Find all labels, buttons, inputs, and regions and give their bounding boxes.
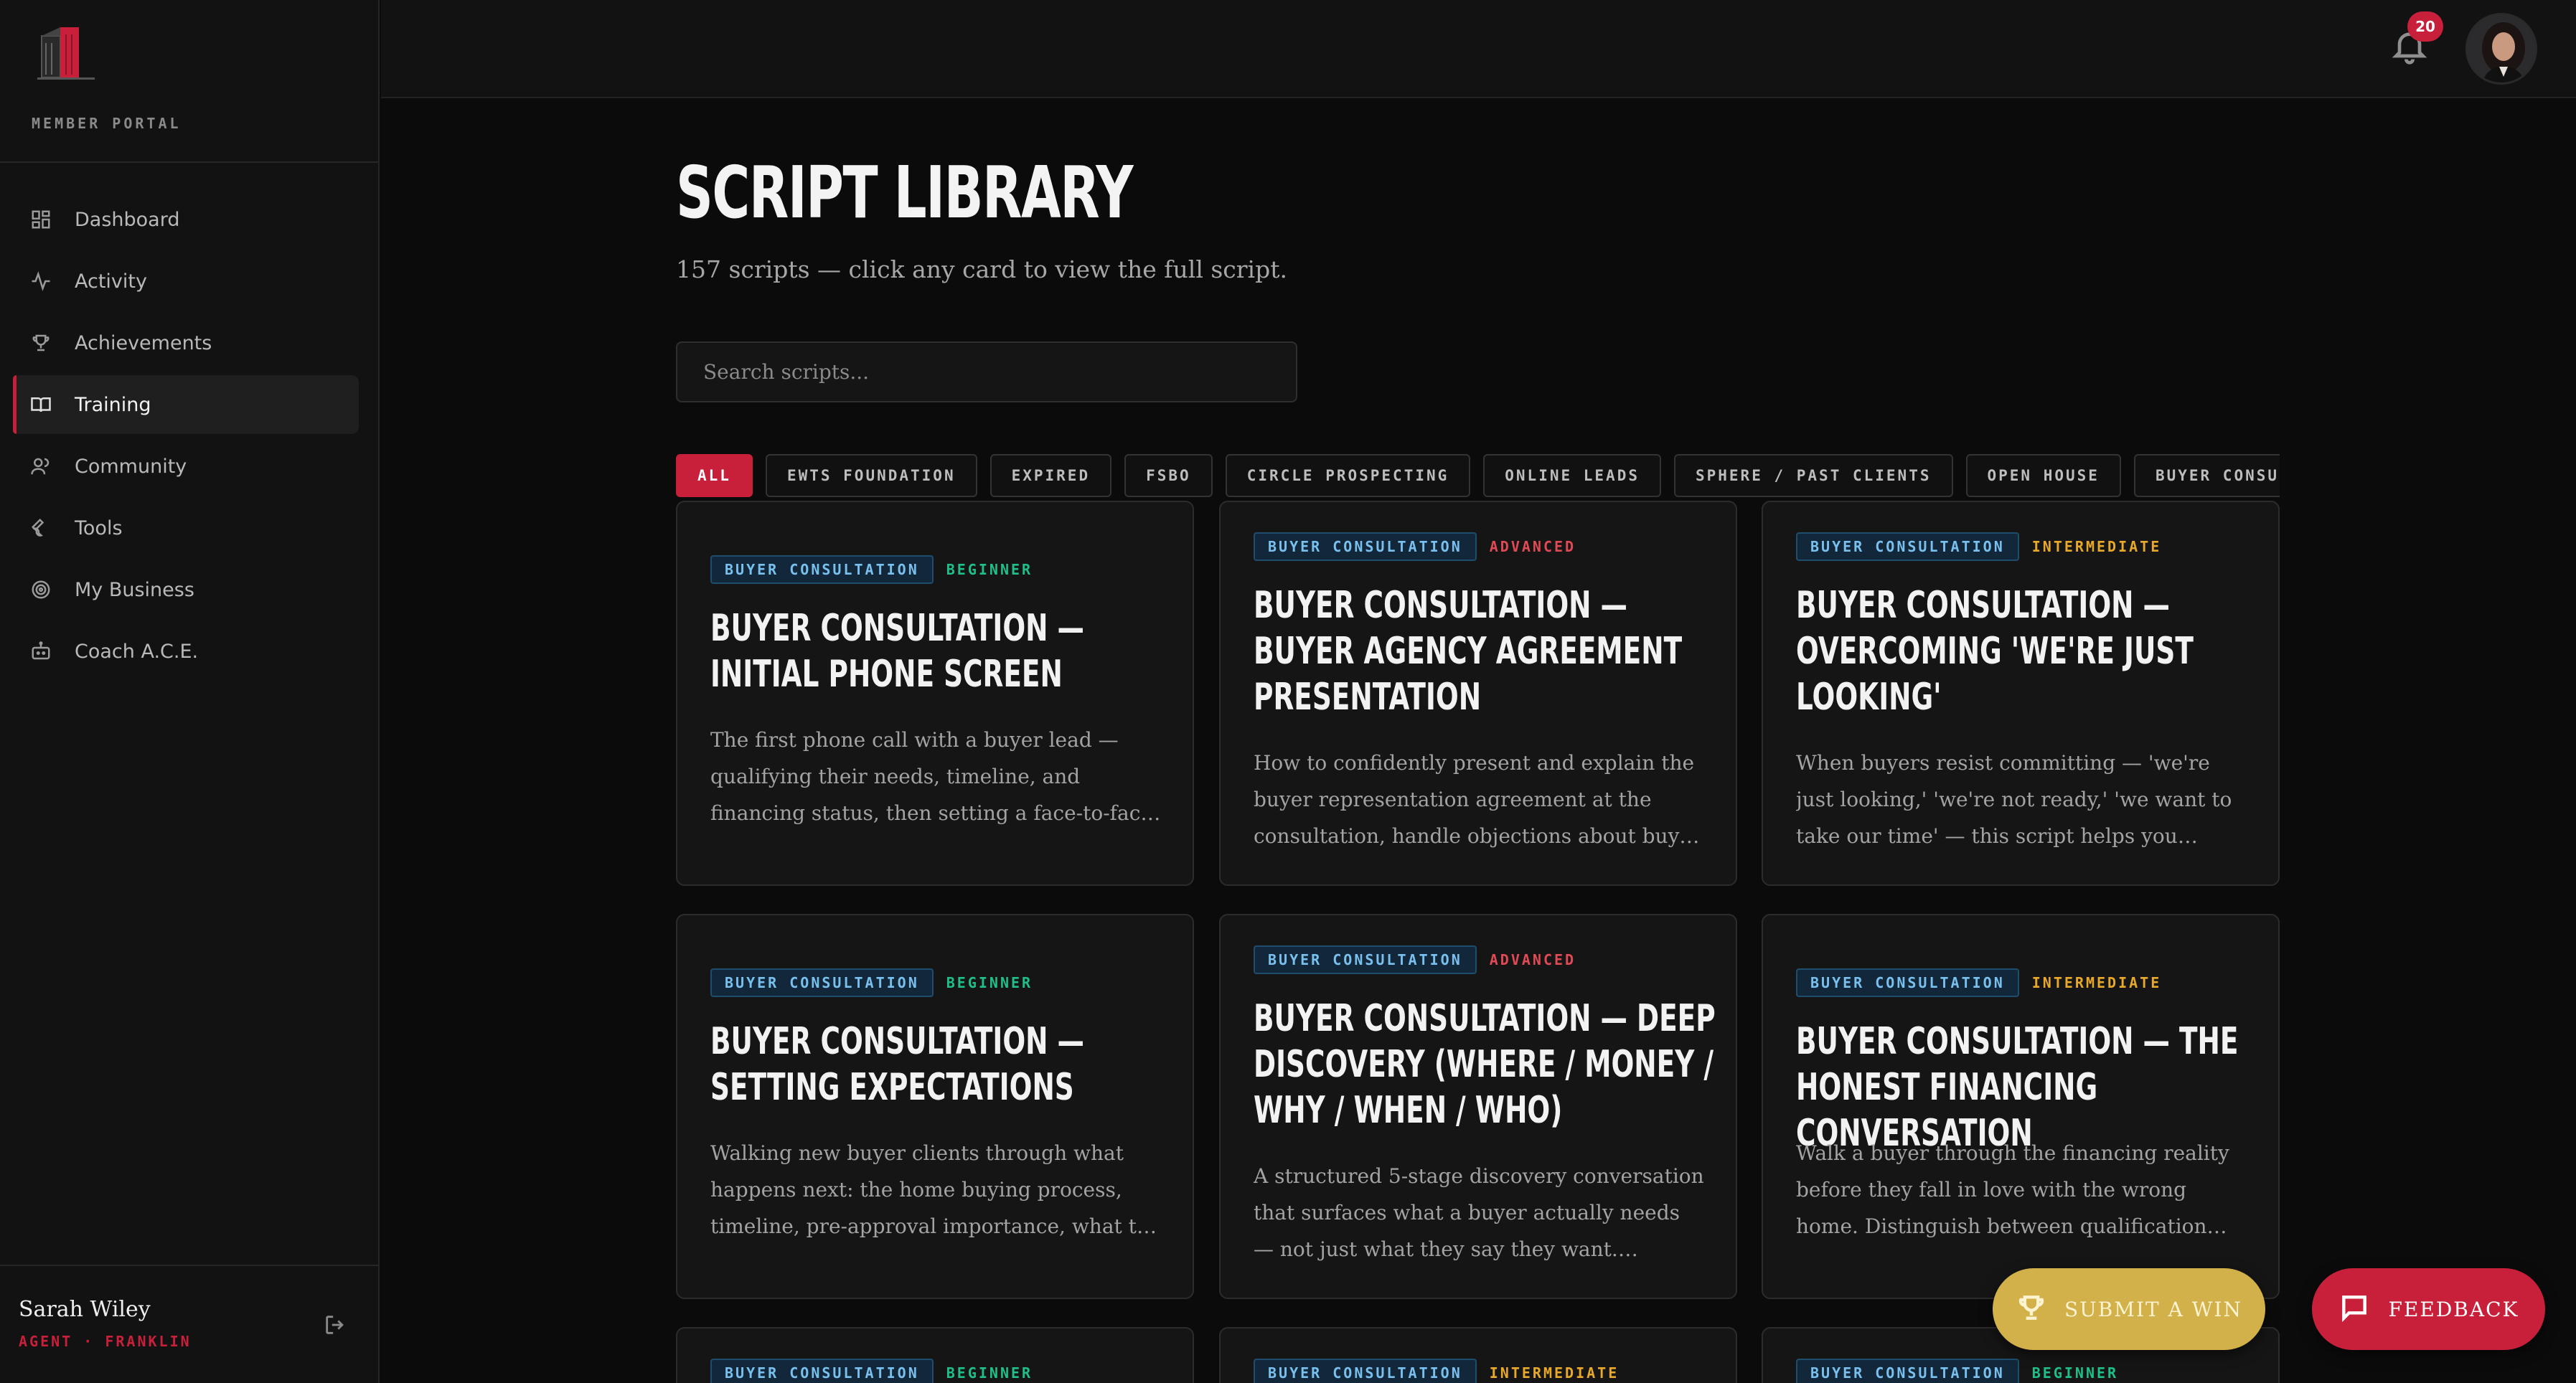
book-icon xyxy=(29,392,53,417)
filter-bar: ALL EWTS FOUNDATION EXPIRED FSBO CIRCLE … xyxy=(676,454,2280,499)
notification-badge: 20 xyxy=(2407,11,2443,42)
level-badge: ADVANCED xyxy=(1489,951,1576,968)
submit-win-button[interactable]: SUBMIT A WIN xyxy=(1993,1268,2265,1350)
sidebar-item-coach[interactable]: Coach A.C.E. xyxy=(13,622,359,681)
page-subtitle: 157 scripts — click any card to view the… xyxy=(676,255,1287,283)
script-card[interactable]: BUYER CONSULTATION BEGINNER xyxy=(676,1327,1194,1383)
search-input[interactable] xyxy=(676,341,1297,402)
portal-label: MEMBER PORTAL xyxy=(32,115,182,132)
filter-chip-sphere-past-clients[interactable]: SPHERE / PAST CLIENTS xyxy=(1673,454,1953,497)
filter-chip-buyer-consultation[interactable]: BUYER CONSULTATION xyxy=(2133,454,2280,497)
sidebar-item-my-business[interactable]: My Business xyxy=(13,560,359,619)
sidebar-item-label: My Business xyxy=(75,578,194,601)
level-badge: INTERMEDIATE xyxy=(2031,974,2162,991)
filter-chip-ewts-foundation[interactable]: EWTS FOUNDATION xyxy=(765,454,977,497)
sidebar-item-label: Coach A.C.E. xyxy=(75,640,199,663)
card-description: When buyers resist committing — 'we're j… xyxy=(1796,751,2232,848)
script-card[interactable]: BUYER CONSULTATION BEGINNER BUYER CONSUL… xyxy=(676,914,1194,1299)
sidebar-item-label: Tools xyxy=(75,516,123,539)
script-card[interactable]: BUYER CONSULTATION ADVANCED BUYER CONSUL… xyxy=(1219,914,1737,1299)
category-badge: BUYER CONSULTATION xyxy=(1796,532,2019,561)
avatar[interactable] xyxy=(2465,13,2537,85)
sidebar: MEMBER PORTAL Dashboard Activity Achieve… xyxy=(0,0,380,1383)
filter-chip-circle-prospecting[interactable]: CIRCLE PROSPECTING xyxy=(1225,454,1471,497)
grid-icon xyxy=(29,207,53,232)
card-description: The first phone call with a buyer lead —… xyxy=(710,728,1152,825)
filter-chip-open-house[interactable]: OPEN HOUSE xyxy=(1965,454,2121,497)
filter-chip-fsbo[interactable]: FSBO xyxy=(1124,454,1213,497)
sidebar-item-training[interactable]: Training xyxy=(13,375,359,434)
category-badge: BUYER CONSULTATION xyxy=(710,968,934,997)
wrench-icon xyxy=(29,516,53,540)
card-description: How to confidently present and explain t… xyxy=(1254,751,1701,848)
script-card[interactable]: BUYER CONSULTATION BEGINNER BUYER CONSUL… xyxy=(676,501,1194,886)
card-description: Walking new buyer clients through what h… xyxy=(710,1141,1149,1238)
level-badge: BEGINNER xyxy=(2031,1364,2119,1382)
category-badge: BUYER CONSULTATION xyxy=(1254,945,1477,974)
sidebar-item-label: Achievements xyxy=(75,331,212,354)
card-title: BUYER CONSULTATION — DEEP DISCOVERY (WHE… xyxy=(1254,997,1716,1132)
top-bar xyxy=(381,0,2576,98)
user-name: Sarah Wiley xyxy=(19,1297,151,1322)
sidebar-item-dashboard[interactable]: Dashboard xyxy=(13,190,359,249)
level-badge: INTERMEDIATE xyxy=(2031,538,2162,555)
card-description: A structured 5-stage discovery conversat… xyxy=(1254,1164,1704,1261)
sidebar-item-label: Activity xyxy=(75,270,147,293)
chat-icon xyxy=(2338,1292,2370,1326)
script-card[interactable]: BUYER CONSULTATION INTERMEDIATE xyxy=(1219,1327,1737,1383)
card-title: BUYER CONSULTATION — INITIAL PHONE SCREE… xyxy=(710,607,1084,696)
category-badge: BUYER CONSULTATION xyxy=(710,555,934,584)
script-card[interactable]: BUYER CONSULTATION ADVANCED BUYER CONSUL… xyxy=(1219,501,1737,886)
sidebar-divider xyxy=(0,161,380,163)
sidebar-divider xyxy=(0,1265,380,1266)
level-badge: BEGINNER xyxy=(946,561,1033,578)
sidebar-item-activity[interactable]: Activity xyxy=(13,252,359,311)
feedback-label: FEEDBACK xyxy=(2388,1297,2519,1321)
level-badge: BEGINNER xyxy=(946,974,1033,991)
target-icon xyxy=(29,577,53,602)
submit-win-label: SUBMIT A WIN xyxy=(2064,1297,2243,1321)
category-badge: BUYER CONSULTATION xyxy=(1254,1359,1477,1383)
category-badge: BUYER CONSULTATION xyxy=(1254,532,1477,561)
user-role: AGENT · FRANKLIN xyxy=(19,1333,192,1350)
level-badge: BEGINNER xyxy=(946,1364,1033,1382)
trophy-icon xyxy=(29,331,53,355)
feedback-button[interactable]: FEEDBACK xyxy=(2312,1268,2545,1350)
brand-logo[interactable] xyxy=(32,20,103,85)
category-badge: BUYER CONSULTATION xyxy=(1796,968,2019,997)
level-badge: INTERMEDIATE xyxy=(1489,1364,1620,1382)
script-card[interactable]: BUYER CONSULTATION INTERMEDIATE BUYER CO… xyxy=(1762,914,2280,1299)
bot-icon xyxy=(29,639,53,664)
activity-icon xyxy=(29,269,53,293)
sidebar-item-achievements[interactable]: Achievements xyxy=(13,313,359,372)
filter-chip-online-leads[interactable]: ONLINE LEADS xyxy=(1483,454,1661,497)
filter-chip-expired[interactable]: EXPIRED xyxy=(989,454,1112,497)
card-title: BUYER CONSULTATION — OVERCOMING 'WE'RE J… xyxy=(1796,584,2194,719)
sidebar-nav: Dashboard Activity Achievements Training… xyxy=(13,190,359,684)
sidebar-item-label: Dashboard xyxy=(75,208,180,231)
sidebar-item-tools[interactable]: Tools xyxy=(13,499,359,557)
script-card[interactable]: BUYER CONSULTATION INTERMEDIATE BUYER CO… xyxy=(1762,501,2280,886)
sidebar-item-label: Training xyxy=(75,393,151,416)
filter-chip-all[interactable]: ALL xyxy=(676,454,753,497)
logout-icon[interactable] xyxy=(323,1313,347,1337)
users-icon xyxy=(29,454,53,478)
level-badge: ADVANCED xyxy=(1489,538,1576,555)
sidebar-item-community[interactable]: Community xyxy=(13,437,359,496)
trophy-icon xyxy=(2016,1292,2047,1326)
card-title: BUYER CONSULTATION — SETTING EXPECTATION… xyxy=(710,1020,1084,1109)
category-badge: BUYER CONSULTATION xyxy=(1796,1359,2019,1383)
sidebar-item-label: Community xyxy=(75,455,187,478)
page-title: SCRIPT LIBRARY xyxy=(676,151,1134,235)
category-badge: BUYER CONSULTATION xyxy=(710,1359,934,1383)
card-title: BUYER CONSULTATION — BUYER AGENCY AGREEM… xyxy=(1254,584,1683,719)
card-description: Walk a buyer through the financing reali… xyxy=(1796,1141,2229,1238)
